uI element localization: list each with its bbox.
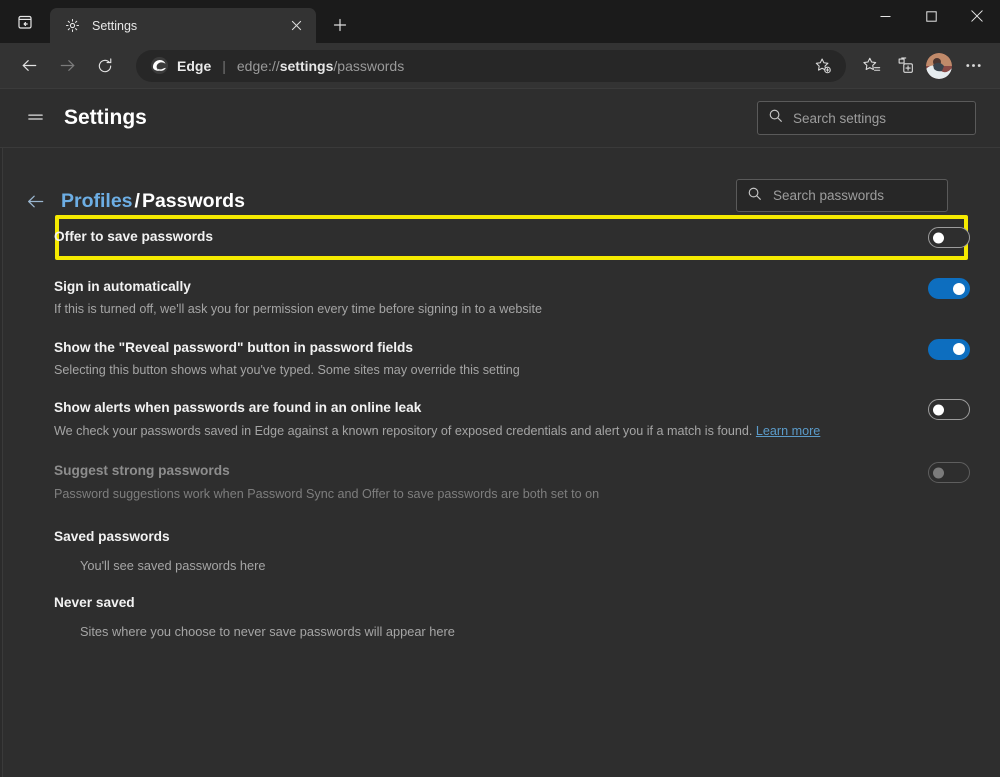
omnibox-separator: | — [222, 58, 226, 74]
setting-desc: We check your passwords saved in Edge ag… — [54, 422, 914, 440]
breadcrumb-separator: / — [135, 190, 140, 212]
breadcrumb: Profiles/Passwords — [61, 190, 245, 213]
setting-row-reveal-password-button: Show the "Reveal password" button in pas… — [20, 339, 970, 380]
passwords-content: Profiles/Passwords Search passwords Offe… — [0, 148, 1000, 777]
settings-header: Settings Search settings — [0, 89, 1000, 148]
maximize-icon[interactable] — [908, 0, 954, 32]
tab-actions-icon[interactable] — [11, 8, 39, 36]
window-controls — [862, 0, 1000, 43]
search-settings-placeholder: Search settings — [793, 111, 886, 126]
url-text: edge://settings/passwords — [237, 58, 806, 74]
back-icon[interactable] — [12, 49, 46, 83]
breadcrumb-row: Profiles/Passwords Search passwords — [20, 148, 1000, 221]
forward-icon[interactable] — [50, 49, 84, 83]
setting-row-sign-in-automatically: Sign in automatically If this is turned … — [20, 278, 970, 319]
setting-texts: Offer to save passwords — [54, 228, 914, 246]
close-window-icon[interactable] — [954, 0, 1000, 32]
setting-title: Suggest strong passwords — [54, 462, 914, 480]
setting-texts: Show alerts when passwords are found in … — [54, 399, 914, 440]
settings-page: Profiles/Passwords Search passwords Offe… — [0, 148, 1000, 777]
setting-texts: Suggest strong passwords Password sugges… — [54, 462, 914, 503]
browser-tab[interactable]: Settings — [50, 8, 316, 43]
setting-title: Sign in automatically — [54, 278, 914, 296]
toggle-reveal-password-button[interactable] — [928, 339, 970, 360]
setting-texts: Sign in automatically If this is turned … — [54, 278, 914, 319]
tab-title: Settings — [92, 19, 284, 33]
omnibox-actions — [806, 49, 840, 83]
setting-row-offer-to-save-passwords: Offer to save passwords — [20, 221, 970, 254]
setting-desc: Selecting this button shows what you've … — [54, 361, 914, 379]
profile-avatar[interactable] — [922, 49, 956, 83]
new-tab-icon[interactable] — [324, 9, 356, 41]
minimize-icon[interactable] — [862, 0, 908, 32]
add-favorite-icon[interactable] — [806, 49, 840, 83]
address-bar[interactable]: Edge | edge://settings/passwords — [136, 50, 846, 82]
setting-desc-text: We check your passwords saved in Edge ag… — [54, 424, 756, 438]
setting-desc: Password suggestions work when Password … — [54, 485, 914, 503]
search-settings-input[interactable]: Search settings — [757, 101, 976, 135]
search-passwords-input[interactable]: Search passwords — [736, 179, 948, 212]
toggle-online-leak-alerts[interactable] — [928, 399, 970, 420]
search-icon — [747, 186, 762, 206]
url-suffix: /passwords — [333, 58, 404, 74]
setting-title: Show alerts when passwords are found in … — [54, 399, 914, 417]
tab-strip-left — [0, 0, 50, 43]
section-empty-never-saved: Sites where you choose to never save pas… — [20, 624, 970, 639]
avatar — [926, 53, 952, 79]
collections-icon[interactable] — [888, 49, 922, 83]
setting-desc: If this is turned off, we'll ask you for… — [54, 300, 914, 318]
page-title: Settings — [64, 106, 147, 130]
gear-icon — [64, 17, 81, 34]
close-icon[interactable] — [284, 14, 308, 38]
back-arrow-icon[interactable] — [22, 189, 48, 215]
setting-texts: Show the "Reveal password" button in pas… — [54, 339, 914, 380]
url-prefix: edge:// — [237, 58, 280, 74]
toggle-knob — [933, 467, 944, 478]
toggle-knob — [953, 343, 965, 355]
learn-more-link[interactable]: Learn more — [756, 424, 820, 438]
toggle-suggest-strong-passwords — [928, 462, 970, 483]
favorites-icon[interactable] — [854, 49, 888, 83]
toggle-knob — [933, 404, 944, 415]
section-heading-never-saved: Never saved — [20, 595, 970, 610]
hamburger-menu-icon[interactable] — [18, 101, 52, 135]
url-bold: settings — [280, 58, 334, 74]
browser-toolbar: Edge | edge://settings/passwords — [0, 43, 1000, 89]
setting-row-suggest-strong-passwords: Suggest strong passwords Password sugges… — [20, 462, 970, 503]
search-passwords-placeholder: Search passwords — [773, 188, 884, 203]
settings-rows: Offer to save passwords Sign in automati… — [20, 221, 1000, 639]
edge-logo-icon: Edge — [150, 56, 211, 75]
toggle-knob — [953, 283, 965, 295]
breadcrumb-current: Passwords — [142, 190, 245, 212]
breadcrumb-parent-link[interactable]: Profiles — [61, 190, 133, 212]
title-bar: Settings — [0, 0, 1000, 43]
edge-brand-label: Edge — [177, 58, 211, 74]
setting-row-online-leak-alerts: Show alerts when passwords are found in … — [20, 399, 970, 440]
section-heading-saved-passwords: Saved passwords — [20, 529, 970, 544]
refresh-icon[interactable] — [88, 49, 122, 83]
settings-and-more-icon[interactable] — [956, 49, 990, 83]
search-icon — [768, 108, 783, 128]
toggle-knob — [933, 232, 944, 243]
setting-title: Show the "Reveal password" button in pas… — [54, 339, 914, 357]
setting-title: Offer to save passwords — [54, 228, 914, 246]
section-empty-saved-passwords: You'll see saved passwords here — [20, 558, 970, 573]
toggle-offer-to-save-passwords[interactable] — [928, 227, 970, 248]
toggle-sign-in-automatically[interactable] — [928, 278, 970, 299]
